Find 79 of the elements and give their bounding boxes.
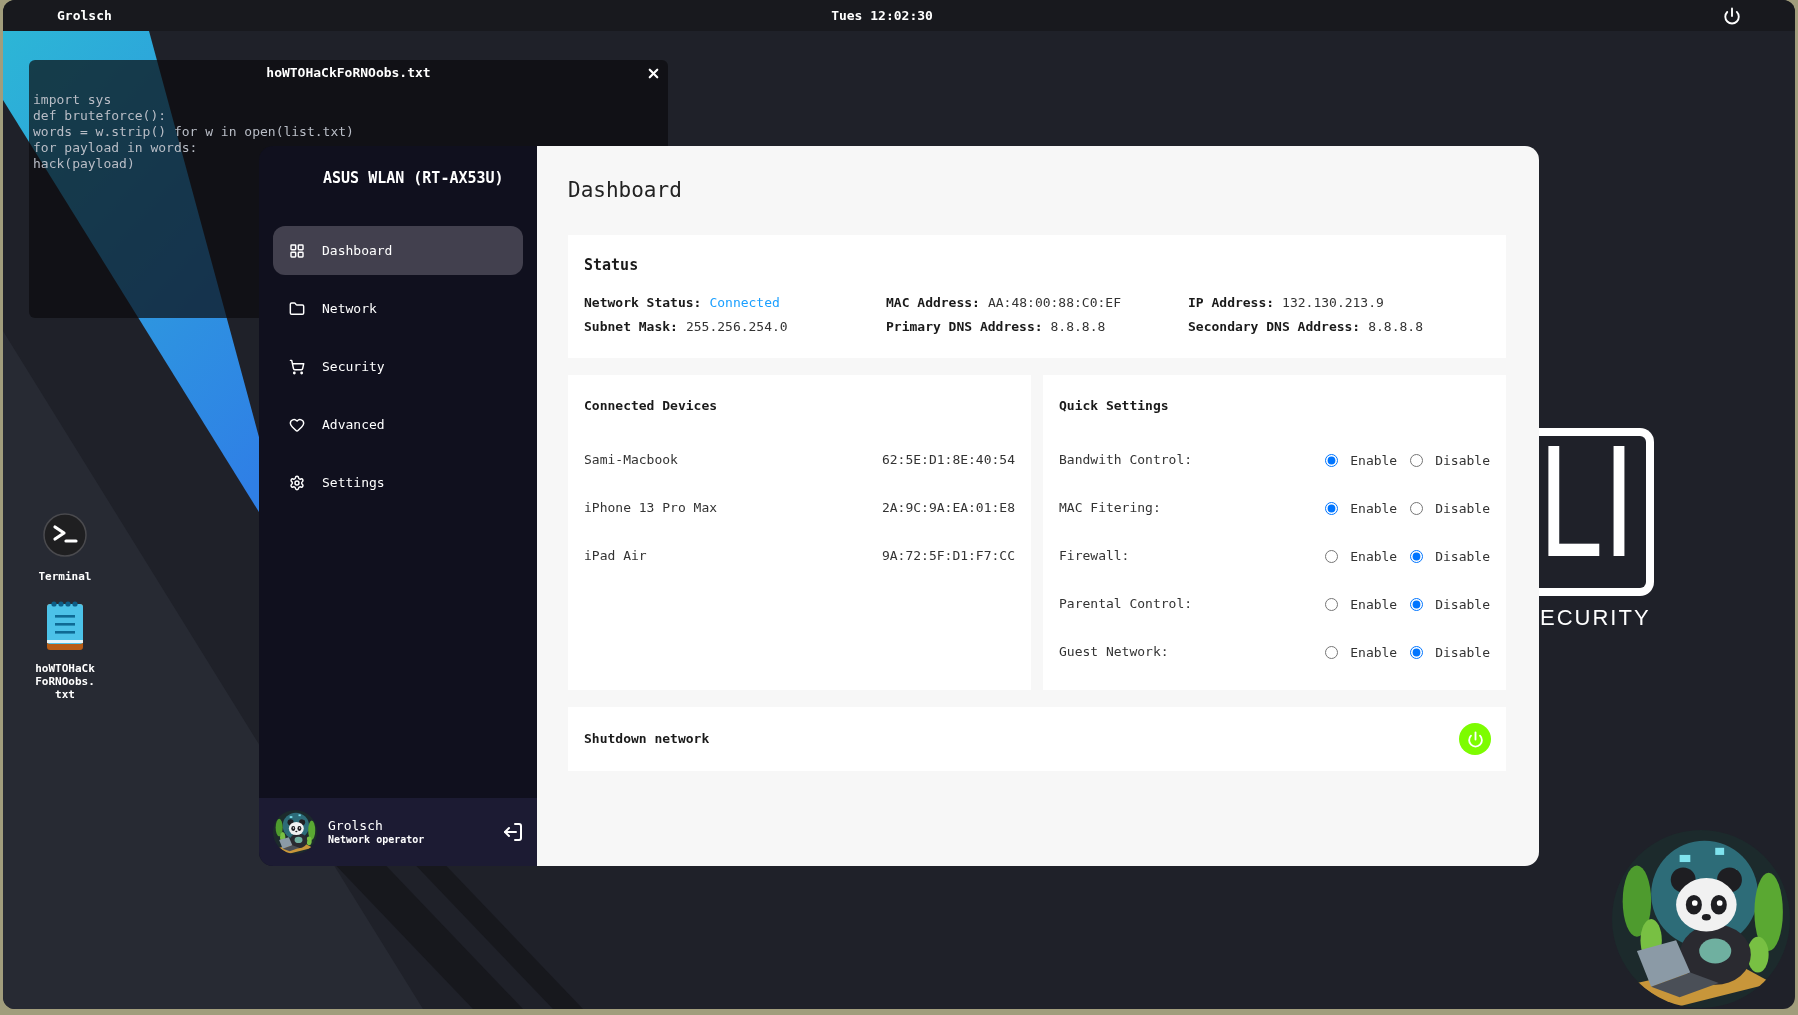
status-value: 255.256.254.0 (685, 318, 788, 337)
power-icon (1466, 730, 1484, 748)
code-line: hack(payload) (33, 156, 135, 172)
status-label: IP Address: (1188, 294, 1275, 313)
device-name: Sami-Macbook (584, 451, 678, 470)
radio-label: Enable (1350, 596, 1398, 615)
logo-letters: LI (1539, 441, 1636, 561)
sidebar-title: ASUS WLAN (RT-AX53U) (323, 168, 504, 188)
cart-icon (289, 358, 305, 375)
editor-title: hoWTOHaCkFoRNOobs.txt (266, 65, 431, 81)
nav-item[interactable]: Security (273, 342, 523, 391)
status-label: Subnet Mask: (584, 318, 678, 337)
status-value: 8.8.8.8 (1050, 318, 1106, 337)
code-line: words = w.strip() for w in open(list.txt) (33, 124, 354, 140)
code-line: import sys (33, 92, 112, 108)
clock: Tues 12:02:30 (831, 7, 933, 24)
settings-icon (289, 474, 305, 491)
radio-button[interactable] (1410, 453, 1424, 467)
radio-label: Disable (1435, 596, 1490, 615)
page-title: Dashboard (568, 177, 682, 204)
radio-button[interactable] (1325, 645, 1339, 659)
device-name: iPhone 13 Pro Max (584, 499, 718, 518)
radio-button[interactable] (1410, 501, 1424, 515)
radio-label: Enable (1350, 548, 1398, 567)
logout-icon[interactable] (504, 823, 522, 841)
device-mac: 62:5E:D1:8E:40:54 (881, 451, 1015, 470)
nav-item[interactable]: Network (273, 284, 523, 333)
folder-icon (289, 300, 305, 317)
setting-label: Bandwith Control: (1059, 451, 1193, 470)
logo-caption: ECURITY (1540, 605, 1651, 631)
radio-label: Enable (1350, 644, 1398, 663)
card-title: Status (584, 255, 639, 275)
power-icon[interactable] (1723, 6, 1741, 25)
notepad-icon[interactable] (47, 600, 83, 650)
terminal-icon[interactable] (43, 513, 87, 557)
user-role: Network operator (328, 834, 425, 846)
user-name: Grolsch (328, 818, 383, 834)
setting-label: Firewall: (1059, 547, 1130, 566)
card-title: Quick Settings (1059, 397, 1169, 415)
nav-item[interactable]: Settings (273, 458, 523, 507)
grid-icon (289, 242, 305, 259)
device-mac: 9A:72:5F:D1:F7:CC (881, 547, 1015, 566)
radio-label: Disable (1435, 644, 1490, 663)
setting-label: Parental Control: (1059, 595, 1193, 614)
nav-item[interactable]: Advanced (273, 400, 523, 449)
status-label: Secondary DNS Address: (1188, 318, 1361, 337)
device-mac: 2A:9C:9A:EA:01:E8 (881, 499, 1015, 518)
radio-label: Enable (1350, 500, 1398, 519)
radio-button[interactable] (1410, 645, 1424, 659)
top-bar-user: Grolsch (57, 7, 112, 24)
panda-avatar-icon (273, 810, 317, 854)
card-title: Connected Devices (584, 397, 718, 415)
status-value: 8.8.8.8 (1368, 318, 1423, 337)
radio-label: Disable (1435, 500, 1490, 519)
radio-button[interactable] (1325, 549, 1339, 563)
radio-button[interactable] (1325, 453, 1339, 467)
device-name: iPad Air (584, 547, 647, 566)
status-label: Network Status: (584, 294, 702, 313)
heart-icon (289, 416, 305, 433)
radio-label: Disable (1435, 452, 1490, 471)
code-line: for payload in words: (33, 140, 198, 156)
radio-button[interactable] (1410, 549, 1424, 563)
status-label: Primary DNS Address: (886, 318, 1043, 337)
radio-button[interactable] (1410, 597, 1424, 611)
shutdown-label: Shutdown network (584, 730, 710, 749)
radio-label: Disable (1435, 548, 1490, 567)
status-value: AA:48:00:88:C0:EF (987, 294, 1121, 313)
setting-label: MAC Fitering: (1059, 499, 1161, 518)
setting-label: Guest Network: (1059, 643, 1169, 662)
status-value: Connected (709, 294, 780, 313)
radio-label: Enable (1350, 452, 1398, 471)
radio-button[interactable] (1325, 597, 1339, 611)
status-label: MAC Address: (886, 294, 980, 313)
radio-button[interactable] (1325, 501, 1339, 515)
icon-label: Terminal (37, 570, 93, 583)
status-value: 132.130.213.9 (1282, 294, 1384, 313)
nav-item[interactable]: Dashboard (273, 226, 523, 275)
icon-label: hoWTOHaCkFoRNOobs.txt (34, 662, 96, 701)
code-line: def bruteforce(): (33, 108, 167, 124)
